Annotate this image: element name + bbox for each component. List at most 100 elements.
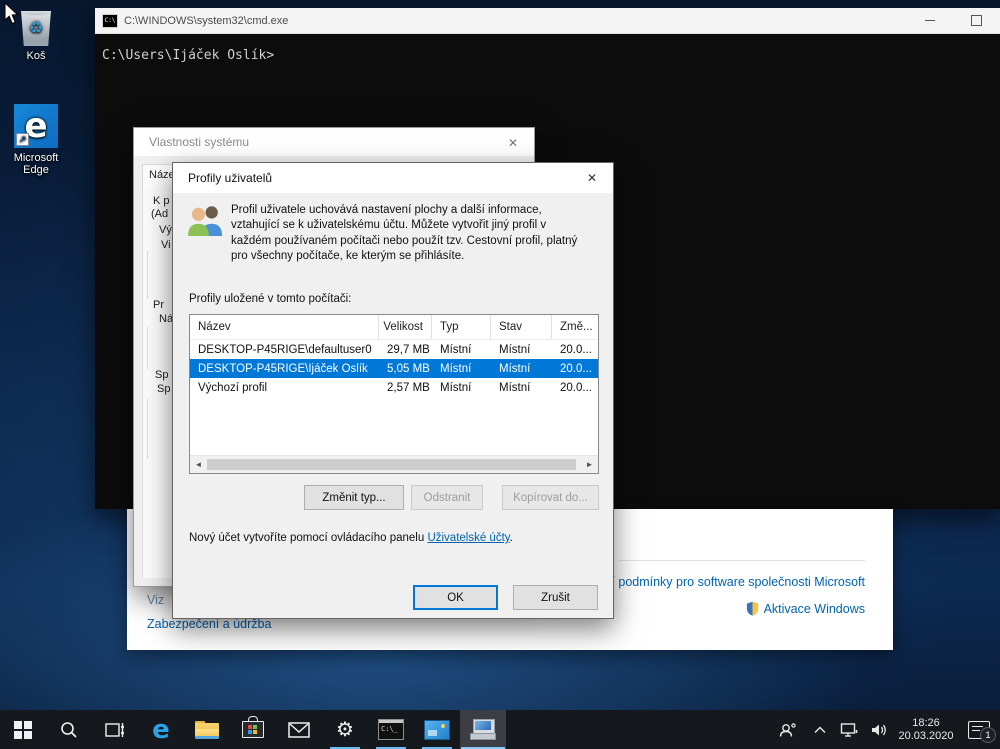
search-button[interactable] (46, 710, 92, 749)
groupbox-line (147, 399, 148, 459)
scroll-right-icon[interactable]: ► (581, 456, 598, 473)
cell-size: 2,57 MB (379, 382, 432, 394)
volume-button[interactable] (864, 710, 894, 749)
cell-type: Místní (432, 344, 491, 356)
cmd-window-title: C:\WINDOWS\system32\cmd.exe (124, 15, 288, 27)
cancel-button[interactable]: Zrušit (513, 585, 598, 610)
network-icon (840, 722, 858, 738)
file-explorer-icon (195, 721, 219, 739)
column-header-modified[interactable]: Změ... (552, 315, 598, 339)
recycle-symbol-icon: ♻ (19, 18, 53, 38)
note-suffix: . (510, 532, 513, 544)
people-icon (779, 721, 797, 739)
user-profiles-dialog: Profily uživatelů ✕ Profil uživatele uch… (172, 162, 614, 619)
display-icon (424, 720, 450, 740)
windows-logo-icon (14, 721, 32, 739)
people-button[interactable] (770, 710, 806, 749)
network-button[interactable] (834, 710, 864, 749)
description-line: každém používaném počítači nebo použít t… (231, 234, 607, 249)
taskbar-display-settings-button[interactable] (414, 710, 460, 749)
maximize-icon (971, 15, 982, 26)
sysprops-fragment: K p (153, 195, 170, 207)
scroll-left-icon[interactable]: ◄ (190, 456, 207, 473)
sysprops-fragment: Vý (159, 224, 172, 236)
cmd-titlebar[interactable]: C:\ C:\WINDOWS\system32\cmd.exe (95, 8, 1000, 34)
profile-row-selected[interactable]: DESKTOP-P45RIGE\Ijáček Oslík 5,05 MB Mís… (190, 359, 598, 378)
taskbar-cmd-button[interactable]: C:\_ (368, 710, 414, 749)
tray-time: 18:26 (898, 717, 953, 730)
cell-name: DESKTOP-P45RIGE\defaultuser0 (190, 344, 379, 356)
taskbar-system-properties-button[interactable] (460, 710, 506, 749)
sysprops-fragment: Pr (153, 299, 164, 311)
file-explorer-button[interactable] (184, 710, 230, 749)
shortcut-arrow-overlay-icon: ↗ (16, 133, 29, 146)
search-icon (59, 720, 79, 740)
cell-type: Místní (432, 363, 491, 375)
user-accounts-link[interactable]: Uživatelské účty (427, 532, 509, 544)
profiles-list-label: Profily uložené v tomto počítači: (189, 293, 351, 305)
sysprops-close-icon[interactable]: ✕ (504, 135, 522, 151)
profiles-title: Profily uživatelů (188, 171, 272, 185)
windows-activation-link[interactable]: Aktivace Windows (745, 601, 865, 616)
sysprops-fragment: Vi (161, 239, 171, 251)
minimize-button[interactable] (915, 8, 945, 32)
sysprops-fragment: Ná (159, 313, 173, 325)
column-header-status[interactable]: Stav (491, 315, 552, 339)
taskbar-edge-button[interactable]: e (138, 710, 184, 749)
taskbar: e ⚙ C:\_ (0, 710, 1000, 749)
profiles-titlebar[interactable]: Profily uživatelů ✕ (173, 163, 613, 193)
user-profiles-icon (187, 203, 225, 237)
column-header-size[interactable]: Velikost (379, 315, 432, 339)
system-tray: 18:26 20.03.2020 1 (770, 710, 1000, 749)
start-button[interactable] (0, 710, 46, 749)
sysprops-fragment: (Ad (151, 208, 168, 220)
license-terms-link[interactable]: nční podmínky pro software společnosti M… (591, 575, 865, 589)
cell-status: Místní (491, 344, 552, 356)
scrollbar-thumb[interactable] (207, 459, 576, 470)
maximize-button[interactable] (961, 8, 991, 32)
settings-button[interactable]: ⚙ (322, 710, 368, 749)
cell-status: Místní (491, 363, 552, 375)
horizontal-scrollbar[interactable]: ◄ ► (190, 455, 598, 473)
groupbox-line (147, 327, 148, 369)
column-header-name[interactable]: Název (190, 315, 379, 339)
taskbar-clock[interactable]: 18:26 20.03.2020 (894, 710, 958, 749)
edge-icon: e ↗ (14, 104, 58, 148)
sysprops-titlebar[interactable]: Vlastnosti systému ✕ (134, 128, 534, 156)
change-type-button[interactable]: Změnit typ... (304, 485, 404, 510)
volume-icon (870, 722, 888, 738)
action-center-button[interactable]: 1 (958, 710, 1000, 749)
gear-icon: ⚙ (336, 720, 354, 740)
profile-row[interactable]: Výchozí profil 2,57 MB Místní Místní 20.… (190, 378, 598, 397)
mouse-cursor-icon (4, 2, 20, 26)
groupbox-line (147, 251, 148, 299)
description-line: vztahující se k uživatelskému účtu. Může… (231, 218, 607, 233)
security-maintenance-link[interactable]: Zabezpečení a údržba (147, 617, 271, 631)
cell-modified: 20.0... (552, 363, 598, 375)
sysprops-fragment: Sp (157, 383, 170, 395)
edge-icon: e (152, 717, 170, 743)
cell-name: DESKTOP-P45RIGE\Ijáček Oslík (190, 363, 379, 375)
notification-badge: 1 (980, 727, 996, 743)
tray-expand-button[interactable] (806, 710, 834, 749)
column-header-type[interactable]: Typ (432, 315, 491, 339)
note-prefix: Nový účet vytvoříte pomocí ovládacího pa… (189, 532, 427, 544)
computer-icon (470, 719, 496, 741)
profiles-description: Profil uživatele uchovává nastavení ploc… (231, 203, 607, 264)
profiles-listview[interactable]: Název Velikost Typ Stav Změ... DESKTOP-P… (189, 314, 599, 474)
ok-button[interactable]: OK (413, 585, 498, 610)
task-view-button[interactable] (92, 710, 138, 749)
recycle-bin-label: Koš (8, 50, 64, 62)
description-line: pro všechny počítače, ke kterým se přihl… (231, 249, 607, 264)
profiles-close-icon[interactable]: ✕ (583, 170, 601, 186)
store-icon (242, 721, 264, 738)
store-button[interactable] (230, 710, 276, 749)
minimize-icon (925, 20, 935, 21)
cell-name: Výchozí profil (190, 382, 379, 394)
listview-header: Název Velikost Typ Stav Změ... (190, 315, 598, 340)
profile-row[interactable]: DESKTOP-P45RIGE\defaultuser0 29,7 MB Mís… (190, 340, 598, 359)
edge-shortcut[interactable]: e ↗ Microsoft Edge (8, 104, 64, 176)
mail-button[interactable] (276, 710, 322, 749)
sysprops-title: Vlastnosti systému (149, 135, 249, 149)
recycle-bin-rim (19, 8, 53, 15)
